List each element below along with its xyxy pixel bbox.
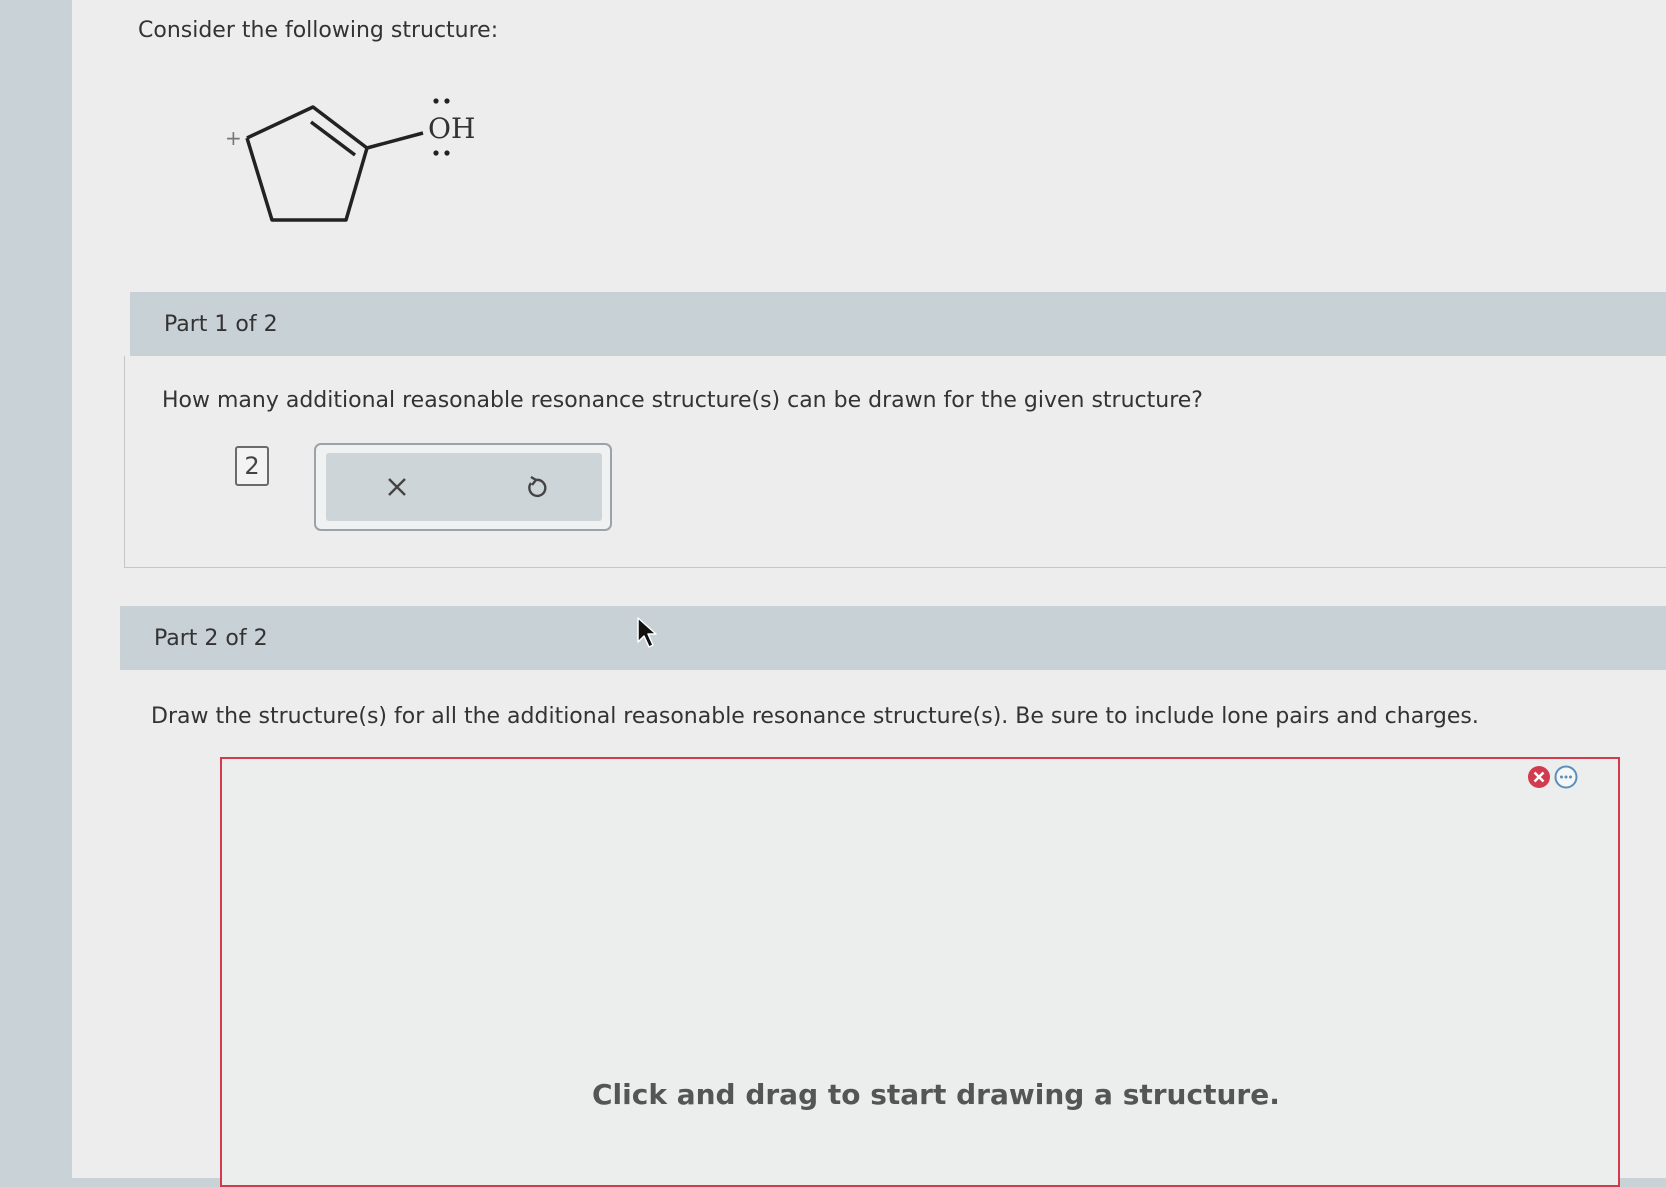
hydroxyl-group: OH bbox=[428, 112, 475, 145]
error-icon[interactable] bbox=[1526, 764, 1552, 790]
answer-input[interactable]: 2 bbox=[235, 446, 269, 486]
mouse-pointer-icon bbox=[637, 617, 657, 648]
intro-text: Consider the following structure: bbox=[138, 18, 499, 43]
part2-header: Part 2 of 2 bbox=[120, 606, 1666, 670]
undo-icon bbox=[528, 475, 547, 498]
clear-button[interactable] bbox=[383, 473, 411, 501]
close-icon bbox=[388, 478, 406, 496]
part1-title: Part 1 of 2 bbox=[164, 311, 278, 337]
part1-question: How many additional reasonable resonance… bbox=[162, 388, 1203, 413]
cyclopentenyl-cation-structure: + OH bbox=[225, 98, 475, 222]
drawing-canvas[interactable] bbox=[220, 757, 1620, 1187]
part2-title: Part 2 of 2 bbox=[154, 625, 268, 651]
positive-charge: + bbox=[225, 126, 242, 150]
answer-toolbar-inner bbox=[326, 453, 602, 521]
part1-header: Part 1 of 2 bbox=[130, 292, 1666, 356]
part2-instruction: Draw the structure(s) for all the additi… bbox=[151, 704, 1479, 729]
answer-toolbar bbox=[314, 443, 612, 531]
more-options-icon[interactable] bbox=[1553, 764, 1579, 790]
drawing-hint: Click and drag to start drawing a struct… bbox=[592, 1078, 1280, 1111]
reset-button[interactable] bbox=[522, 473, 550, 501]
